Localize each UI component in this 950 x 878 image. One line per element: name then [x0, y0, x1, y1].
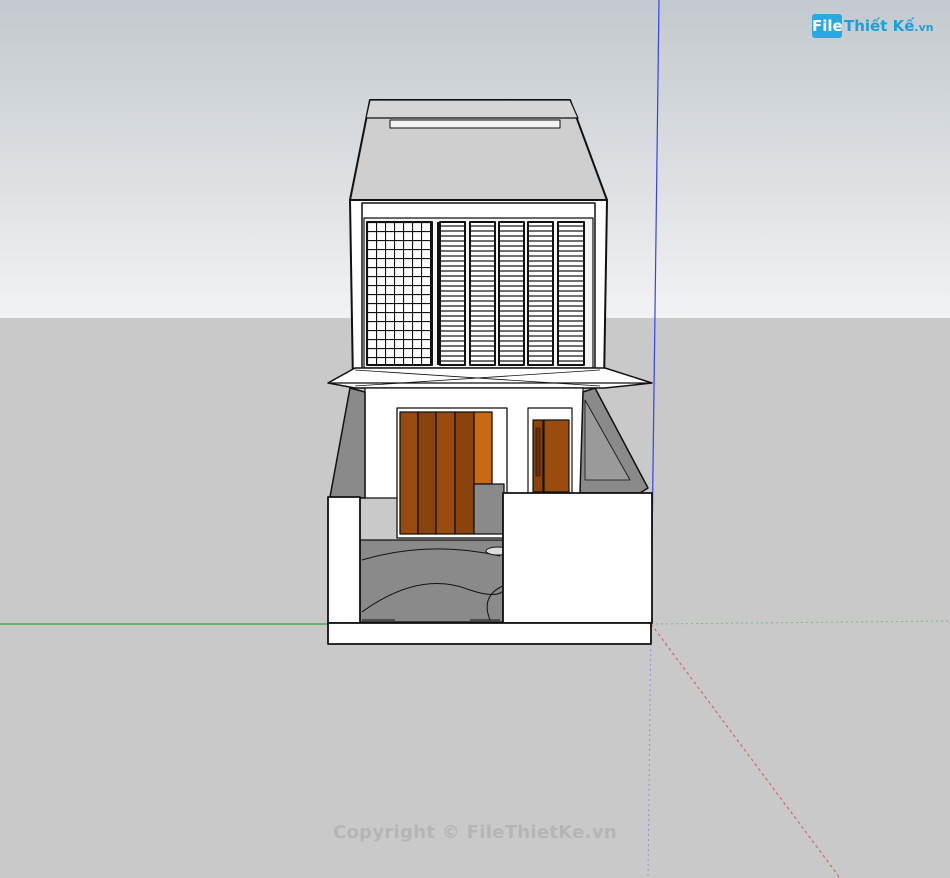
filethietke-logo: File Thiết Kế.vn — [812, 12, 934, 42]
base-slab — [327, 622, 652, 645]
copyright-watermark: Copyright © FileThietKe.vn — [332, 822, 618, 843]
louver-panels — [437, 221, 585, 366]
roof-front — [365, 99, 579, 119]
skylight — [389, 119, 561, 129]
logo-icon: File — [812, 14, 843, 38]
right-fence-wall — [502, 492, 653, 624]
logo-text: Thiết Kế.vn — [844, 17, 934, 35]
sketchup-viewport[interactable] — [0, 0, 950, 878]
folding-door[interactable] — [396, 407, 508, 539]
side-door[interactable] — [527, 407, 573, 495]
lattice-screen — [366, 221, 433, 366]
left-fence-wall — [327, 496, 361, 624]
floor-slab — [327, 367, 653, 389]
